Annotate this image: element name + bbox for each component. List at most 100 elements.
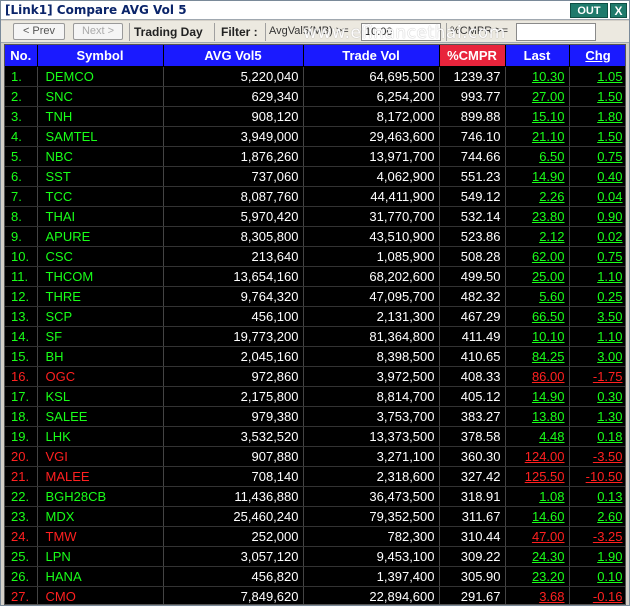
table-row[interactable]: 2. SNC 629,340 6,254,200 993.77 27.00 1.50 <box>5 86 625 107</box>
symbol-link[interactable]: THCOM <box>37 266 164 287</box>
prev-button[interactable]: < Prev <box>13 23 65 40</box>
change-link[interactable]: 0.25 <box>569 286 625 307</box>
symbol-link[interactable]: SF <box>37 326 164 347</box>
last-price-link[interactable]: 47.00 <box>505 526 570 547</box>
change-link[interactable]: 2.60 <box>569 506 625 527</box>
table-row[interactable]: 26. HANA 456,820 1,397,400 305.90 23.20 0.10 <box>5 566 625 587</box>
column-header-cmpr[interactable]: %CMPR <box>439 45 506 67</box>
last-price-link[interactable]: 6.50 <box>505 146 570 167</box>
last-price-link[interactable]: 14.90 <box>505 166 570 187</box>
last-price-link[interactable]: 14.90 <box>505 386 570 407</box>
symbol-link[interactable]: BH <box>37 346 164 367</box>
change-link[interactable]: 0.30 <box>569 386 625 407</box>
table-row[interactable]: 5. NBC 1,876,260 13,971,700 744.66 6.50 0.75 <box>5 146 625 167</box>
change-link[interactable]: -10.50 <box>569 466 625 487</box>
column-header-trade-vol[interactable]: Trade Vol <box>303 45 440 67</box>
symbol-link[interactable]: SAMTEL <box>37 126 164 147</box>
table-row[interactable]: 7. TCC 8,087,760 44,411,900 549.12 2.26 0.04 <box>5 186 625 207</box>
symbol-link[interactable]: THRE <box>37 286 164 307</box>
symbol-link[interactable]: SST <box>37 166 164 187</box>
last-price-link[interactable]: 27.00 <box>505 86 570 107</box>
table-row[interactable]: 13. SCP 456,100 2,131,300 467.29 66.50 3.50 <box>5 306 625 327</box>
table-row[interactable]: 9. APURE 8,305,800 43,510,900 523.86 2.12 0.02 <box>5 226 625 247</box>
change-link[interactable]: 0.75 <box>569 246 625 267</box>
symbol-link[interactable]: OGC <box>37 366 164 387</box>
last-price-link[interactable]: 124.00 <box>505 446 570 467</box>
cmpr-input[interactable] <box>516 23 596 41</box>
table-row[interactable]: 14. SF 19,773,200 81,364,800 411.49 10.10 1.10 <box>5 326 625 347</box>
table-row[interactable]: 12. THRE 9,764,320 47,095,700 482.32 5.60 0.25 <box>5 286 625 307</box>
symbol-link[interactable]: THAI <box>37 206 164 227</box>
change-link[interactable]: 0.10 <box>569 566 625 587</box>
table-row[interactable]: 25. LPN 3,057,120 9,453,100 309.22 24.30 1.90 <box>5 546 625 567</box>
change-link[interactable]: 0.75 <box>569 146 625 167</box>
table-row[interactable]: 17. KSL 2,175,800 8,814,700 405.12 14.90 0.30 <box>5 386 625 407</box>
column-header-last[interactable]: Last <box>505 45 570 67</box>
column-header-symbol[interactable]: Symbol <box>37 45 164 67</box>
change-link[interactable]: 0.40 <box>569 166 625 187</box>
symbol-link[interactable]: CMO <box>37 586 164 604</box>
change-link[interactable]: 1.05 <box>569 66 625 87</box>
change-link[interactable]: -3.50 <box>569 446 625 467</box>
table-row[interactable]: 21. MALEE 708,140 2,318,600 327.42 125.50 -10.… <box>5 466 625 487</box>
last-price-link[interactable]: 13.80 <box>505 406 570 427</box>
change-link[interactable]: 0.90 <box>569 206 625 227</box>
last-price-link[interactable]: 2.12 <box>505 226 570 247</box>
table-row[interactable]: 4. SAMTEL 3,949,000 29,463,600 746.10 21.10 1.… <box>5 126 625 147</box>
change-link[interactable]: 1.50 <box>569 126 625 147</box>
symbol-link[interactable]: TNH <box>37 106 164 127</box>
column-header-avg-vol5[interactable]: AVG Vol5 <box>163 45 304 67</box>
last-price-link[interactable]: 3.68 <box>505 586 570 604</box>
change-link[interactable]: 1.90 <box>569 546 625 567</box>
table-row[interactable]: 16. OGC 972,860 3,972,500 408.33 86.00 -1.75 <box>5 366 625 387</box>
next-button[interactable]: Next > <box>73 23 123 40</box>
last-price-link[interactable]: 4.48 <box>505 426 570 447</box>
symbol-link[interactable]: TCC <box>37 186 164 207</box>
symbol-link[interactable]: SNC <box>37 86 164 107</box>
table-row[interactable]: 11. THCOM 13,654,160 68,202,600 499.50 25.00 1… <box>5 266 625 287</box>
table-row[interactable]: 6. SST 737,060 4,062,900 551.23 14.90 0.40 <box>5 166 625 187</box>
change-link[interactable]: 3.50 <box>569 306 625 327</box>
symbol-link[interactable]: APURE <box>37 226 164 247</box>
symbol-link[interactable]: VGI <box>37 446 164 467</box>
last-price-link[interactable]: 2.26 <box>505 186 570 207</box>
symbol-link[interactable]: MALEE <box>37 466 164 487</box>
symbol-link[interactable]: SALEE <box>37 406 164 427</box>
change-link[interactable]: 1.10 <box>569 326 625 347</box>
last-price-link[interactable]: 15.10 <box>505 106 570 127</box>
out-button[interactable]: OUT <box>570 3 608 18</box>
last-price-link[interactable]: 66.50 <box>505 306 570 327</box>
last-price-link[interactable]: 1.08 <box>505 486 570 507</box>
change-link[interactable]: 3.00 <box>569 346 625 367</box>
change-link[interactable]: 0.04 <box>569 186 625 207</box>
table-row[interactable]: 18. SALEE 979,380 3,753,700 383.27 13.80 1.30 <box>5 406 625 427</box>
last-price-link[interactable]: 10.30 <box>505 66 570 87</box>
trading-day-label[interactable]: Trading Day <box>134 25 203 39</box>
last-price-link[interactable]: 21.10 <box>505 126 570 147</box>
last-price-link[interactable]: 23.80 <box>505 206 570 227</box>
last-price-link[interactable]: 23.20 <box>505 566 570 587</box>
change-link[interactable]: -0.16 <box>569 586 625 604</box>
table-row[interactable]: 10. CSC 213,640 1,085,900 508.28 62.00 0.75 <box>5 246 625 267</box>
data-grid[interactable]: No. Symbol AVG Vol5 Trade Vol %CMPR Last… <box>4 44 626 605</box>
table-row[interactable]: 22. BGH28CB 11,436,880 36,473,500 318.91 1.08… <box>5 486 625 507</box>
symbol-link[interactable]: LHK <box>37 426 164 447</box>
table-row[interactable]: 20. VGI 907,880 3,271,100 360.30 124.00 -3.50 <box>5 446 625 467</box>
change-link[interactable]: 1.30 <box>569 406 625 427</box>
symbol-link[interactable]: DEMCO <box>37 66 164 87</box>
symbol-link[interactable]: HANA <box>37 566 164 587</box>
change-link[interactable]: 0.18 <box>569 426 625 447</box>
column-header-no[interactable]: No. <box>5 45 38 67</box>
change-link[interactable]: 1.10 <box>569 266 625 287</box>
table-row[interactable]: 23. MDX 25,460,240 79,352,500 311.67 14.60 2.6… <box>5 506 625 527</box>
symbol-link[interactable]: KSL <box>37 386 164 407</box>
symbol-link[interactable]: TMW <box>37 526 164 547</box>
symbol-link[interactable]: MDX <box>37 506 164 527</box>
column-header-chg[interactable]: Chg <box>569 45 625 67</box>
symbol-link[interactable]: NBC <box>37 146 164 167</box>
last-price-link[interactable]: 14.60 <box>505 506 570 527</box>
table-row[interactable]: 8. THAI 5,970,420 31,770,700 532.14 23.80 0.90 <box>5 206 625 227</box>
last-price-link[interactable]: 84.25 <box>505 346 570 367</box>
table-row[interactable]: 1. DEMCO 5,220,040 64,695,500 1239.37 10.30 1.… <box>5 66 625 87</box>
last-price-link[interactable]: 125.50 <box>505 466 570 487</box>
